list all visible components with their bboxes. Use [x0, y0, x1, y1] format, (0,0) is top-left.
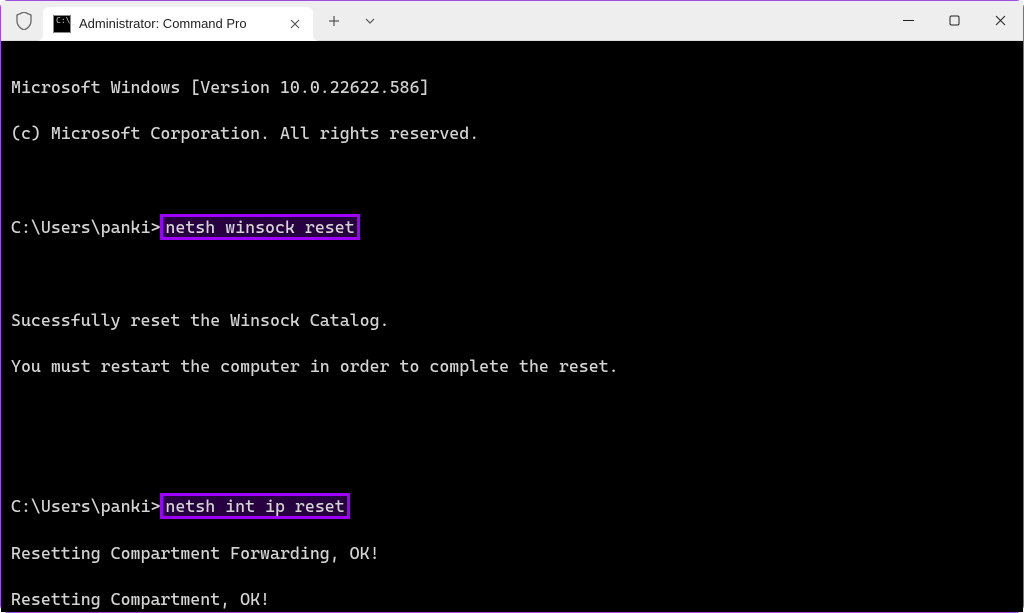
- maximize-button[interactable]: [931, 1, 977, 41]
- terminal-prompt-line: C:\Users\panki>netsh winsock reset: [11, 214, 1013, 240]
- terminal-line: Resetting Compartment, OK!: [11, 588, 1013, 611]
- shield-icon: [15, 11, 33, 31]
- new-tab-button[interactable]: [319, 6, 349, 36]
- terminal-line: Sucessfully reset the Winsock Catalog.: [11, 309, 1013, 332]
- titlebar: C:\_ Administrator: Command Pro: [1, 1, 1023, 41]
- terminal-output[interactable]: Microsoft Windows [Version 10.0.22622.58…: [1, 41, 1023, 612]
- highlighted-command: netsh int ip reset: [160, 493, 349, 519]
- prompt: C:\Users\panki>: [11, 217, 160, 237]
- terminal-line: Resetting Compartment Forwarding, OK!: [11, 542, 1013, 565]
- minimize-button[interactable]: [885, 1, 931, 41]
- terminal-prompt-line: C:\Users\panki>netsh int ip reset: [11, 493, 1013, 519]
- terminal-line: (c) Microsoft Corporation. All rights re…: [11, 122, 1013, 145]
- highlighted-command: netsh winsock reset: [160, 214, 359, 240]
- tab-dropdown-button[interactable]: [355, 6, 385, 36]
- tab-active[interactable]: C:\_ Administrator: Command Pro: [43, 7, 313, 41]
- tab-close-button[interactable]: [287, 16, 303, 32]
- window-controls: [885, 1, 1023, 41]
- cmd-icon: C:\_: [53, 15, 71, 33]
- close-button[interactable]: [977, 1, 1023, 41]
- terminal-line: You must restart the computer in order t…: [11, 355, 1013, 378]
- terminal-line: Microsoft Windows [Version 10.0.22622.58…: [11, 76, 1013, 99]
- prompt: C:\Users\panki>: [11, 496, 160, 516]
- tab-title: Administrator: Command Pro: [79, 16, 279, 31]
